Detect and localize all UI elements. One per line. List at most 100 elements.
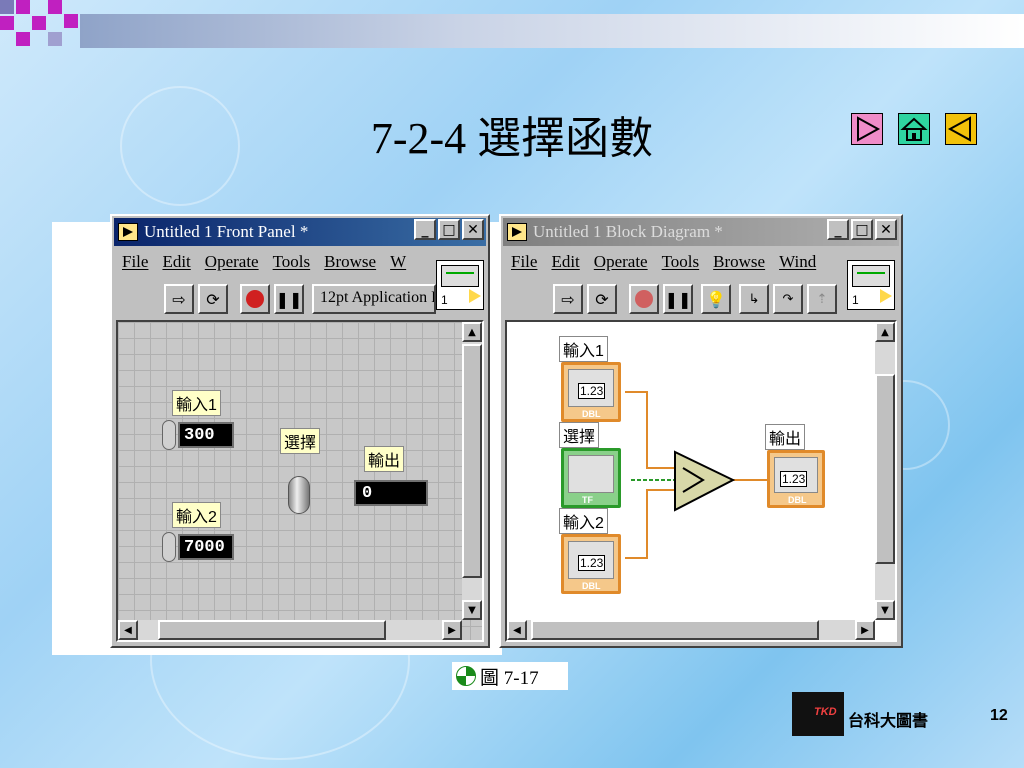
menu-edit[interactable]: Edit [551,252,579,278]
block-diagram-menubar: File Edit Operate Tools Browse Wind [505,252,835,278]
minimize-button[interactable]: _ [827,219,849,240]
vertical-scrollbar[interactable]: ▲ ▼ [875,322,895,620]
retain-wire-values-button[interactable]: ↳ [739,284,769,314]
close-button[interactable]: ✕ [462,219,484,240]
input2-increment[interactable] [162,532,176,562]
abort-button[interactable] [240,284,270,314]
front-panel-area: 輸入1 300 選擇 輸出 0 輸入2 7000 ▲ ▼ ◀ ▶ [116,320,484,642]
banner-square [64,14,78,28]
run-button[interactable]: ⇨ [553,284,583,314]
step-over-icon: ↷ [782,291,794,307]
input1-increment[interactable] [162,420,176,450]
select-switch[interactable] [288,476,310,514]
maximize-button[interactable]: □ [851,219,873,240]
block-diagram-toolbar: ⇨ ⟳ ❚❚ 💡 ↳ ↷ ⇡ [505,280,845,316]
stop-icon [635,290,653,308]
vertical-scrollbar[interactable]: ▲ ▼ [462,322,482,620]
scroll-up-button[interactable]: ▲ [462,322,482,342]
highlight-execution-button[interactable]: 💡 [701,284,731,314]
scroll-right-button[interactable]: ▶ [855,620,875,640]
labview-icon [507,223,527,241]
vi-icon[interactable]: 1 [436,260,484,310]
vi-icon[interactable]: 1 [847,260,895,310]
input1-terminal[interactable]: 1.23 DBL [561,362,621,422]
run-button[interactable]: ⇨ [164,284,194,314]
output-terminal[interactable]: 1.23 DBL [767,450,825,508]
connector-arrow-icon [469,289,481,303]
terminal-body [568,455,614,493]
font-ring[interactable]: 12pt Application Font [312,284,436,314]
home-button[interactable] [898,113,930,145]
menu-browse[interactable]: Browse [324,252,376,278]
scroll-left-button[interactable]: ◀ [507,620,527,640]
caption-text: 圖 7-17 [480,667,539,689]
menu-operate[interactable]: Operate [594,252,648,278]
maximize-button[interactable]: □ [438,219,460,240]
menu-operate[interactable]: Operate [205,252,259,278]
front-panel-window: Untitled 1 Front Panel * _ □ ✕ File Edit… [110,214,490,648]
scroll-down-button[interactable]: ▼ [875,600,895,620]
wire-input1 [625,391,675,469]
publisher-name: 台科大圖書 [848,713,929,730]
output-terminal-type: DBL [788,495,807,505]
banner-square [48,32,62,46]
scroll-thumb[interactable] [531,620,819,640]
input1-control[interactable]: 300 [178,422,234,448]
connector-number: 1 [441,293,448,307]
horizontal-scrollbar[interactable]: ◀ ▶ [507,620,875,640]
banner-square [16,32,30,46]
scroll-thumb[interactable] [462,344,482,578]
input2-terminal-type: DBL [582,581,601,591]
window-buttons: _ □ ✕ [414,219,484,240]
menu-browse[interactable]: Browse [713,252,765,278]
abort-button[interactable] [629,284,659,314]
block-diagram-window: Untitled 1 Block Diagram * _ □ ✕ File Ed… [499,214,903,648]
run-arrow-icon: ⇨ [172,289,186,309]
output-label: 輸出 [364,446,405,472]
menu-file[interactable]: File [122,252,148,278]
connector-arrow-icon [880,289,892,303]
run-continuously-icon: ⟳ [595,289,609,309]
next-icon [857,116,881,142]
run-continuously-button[interactable]: ⟳ [198,284,228,314]
input2-terminal[interactable]: 1.23 DBL [561,534,621,594]
labview-icon [118,223,138,241]
menu-tools[interactable]: Tools [662,252,700,278]
front-panel-title: Untitled 1 Front Panel * [144,222,309,241]
scroll-left-button[interactable]: ◀ [118,620,138,640]
previous-button[interactable] [945,113,977,145]
step-over-button[interactable]: ↷ [773,284,803,314]
minimize-button[interactable]: _ [414,219,436,240]
step-out-icon: ⇡ [816,291,828,307]
scroll-up-button[interactable]: ▲ [875,322,895,342]
step-into-icon: ↳ [748,291,760,307]
menu-tools[interactable]: Tools [273,252,311,278]
scroll-thumb[interactable] [158,620,386,640]
scroll-thumb[interactable] [875,374,895,564]
scope-icon [852,265,890,287]
logo-text: TKD [814,706,837,718]
horizontal-scrollbar[interactable]: ◀ ▶ [118,620,462,640]
menu-file[interactable]: File [511,252,537,278]
block-diagram-title: Untitled 1 Block Diagram * [533,222,723,241]
menu-edit[interactable]: Edit [162,252,190,278]
step-out-button[interactable]: ⇡ [807,284,837,314]
next-button[interactable] [851,113,883,145]
input2-control[interactable]: 7000 [178,534,234,560]
front-panel-menubar: File Edit Operate Tools Browse W [116,252,416,278]
run-continuously-button[interactable]: ⟳ [587,284,617,314]
pause-button[interactable]: ❚❚ [663,284,693,314]
input1-terminal-type: DBL [582,409,601,419]
connector-number: 1 [852,293,859,307]
menu-window[interactable]: W [390,252,406,278]
pause-button[interactable]: ❚❚ [274,284,304,314]
select-terminal[interactable]: TF [561,448,621,508]
close-button[interactable]: ✕ [875,219,897,240]
banner-square [32,16,46,30]
input2-label: 輸入2 [172,502,221,528]
run-arrow-icon: ⇨ [561,289,575,309]
scroll-right-button[interactable]: ▶ [442,620,462,640]
scroll-down-button[interactable]: ▼ [462,600,482,620]
menu-window[interactable]: Wind [779,252,816,278]
block-diagram-area: 輸入1 1.23 DBL 選擇 TF 輸入2 1.23 DBL 輸出 1.23 … [505,320,897,642]
